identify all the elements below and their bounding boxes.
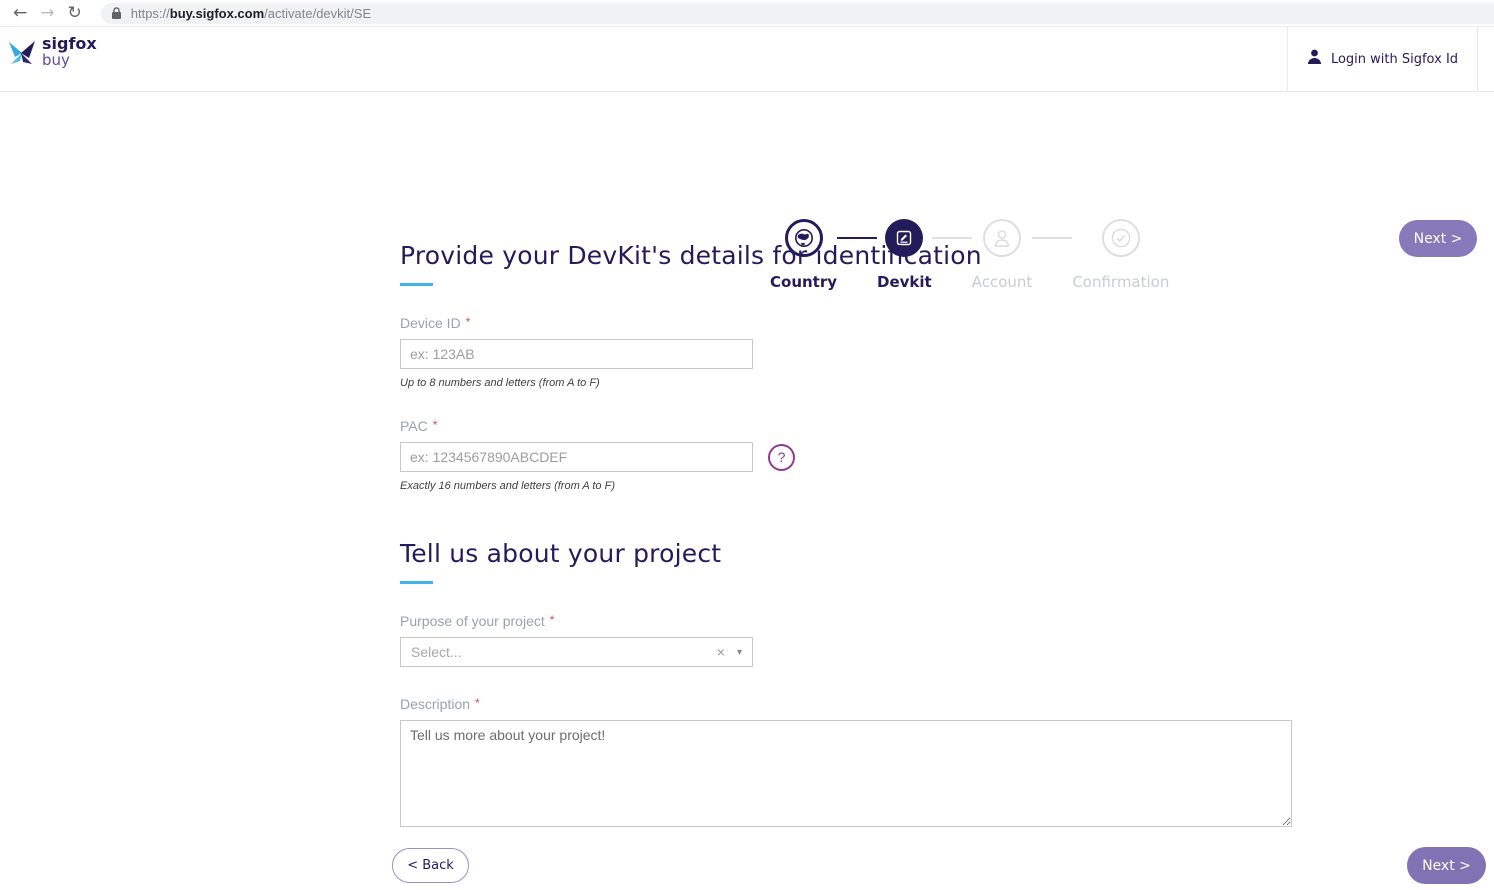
pac-help-icon[interactable]: ? [768,444,795,471]
device-id-helper: Up to 8 numbers and letters (from A to F… [400,377,1292,389]
pac-input[interactable] [400,442,753,472]
description-label: Description* [400,696,1292,712]
form-content: Provide your DevKit's details for identi… [400,241,1292,827]
user-icon [1307,49,1322,70]
url-text: https://buy.sigfox.com/activate/devkit/S… [131,6,371,21]
purpose-select[interactable]: Select... × ▾ [400,637,753,667]
url-path: /activate/devkit/SE [264,6,371,21]
required-asterisk: * [475,696,480,710]
lock-icon [111,7,122,20]
clear-icon[interactable]: × [717,644,725,660]
pac-helper: Exactly 16 numbers and letters (from A t… [400,480,1292,492]
title-underline [400,283,433,286]
back-button[interactable]: < Back [392,848,469,883]
login-label: Login with Sigfox Id [1331,52,1458,67]
device-id-label: Device ID* [400,315,1292,331]
device-id-input[interactable] [400,339,753,369]
url-scheme: https:// [131,6,170,21]
butterfly-logo-icon [8,40,36,66]
devkit-section-title: Provide your DevKit's details for identi… [400,241,1292,270]
title-underline [400,581,433,584]
back-icon[interactable]: ← [13,5,27,22]
browser-toolbar: ← → ↻ https://buy.sigfox.com/activate/de… [0,0,1494,27]
refresh-icon[interactable]: ↻ [68,5,82,22]
forward-icon[interactable]: → [40,5,54,22]
purpose-select-value: Select... [411,644,717,660]
main-content: Country Devkit Account [0,92,1494,890]
logo-subtitle: buy [42,53,97,69]
description-textarea[interactable] [400,720,1292,827]
next-button-top[interactable]: Next > [1399,220,1477,257]
next-button-bottom[interactable]: Next > [1407,847,1486,884]
address-bar[interactable]: https://buy.sigfox.com/activate/devkit/S… [101,3,1494,24]
url-host: buy.sigfox.com [170,6,264,21]
chevron-down-icon[interactable]: ▾ [737,647,742,658]
project-section-title: Tell us about your project [400,539,1292,568]
required-asterisk: * [466,315,471,329]
login-button[interactable]: Login with Sigfox Id [1287,27,1478,91]
site-header: sigfox buy Login with Sigfox Id [0,27,1494,92]
sigfox-logo[interactable]: sigfox buy [8,36,97,69]
pac-label: PAC* [400,418,1292,434]
purpose-label: Purpose of your project* [400,613,1292,629]
required-asterisk: * [433,418,438,432]
required-asterisk: * [550,613,555,627]
